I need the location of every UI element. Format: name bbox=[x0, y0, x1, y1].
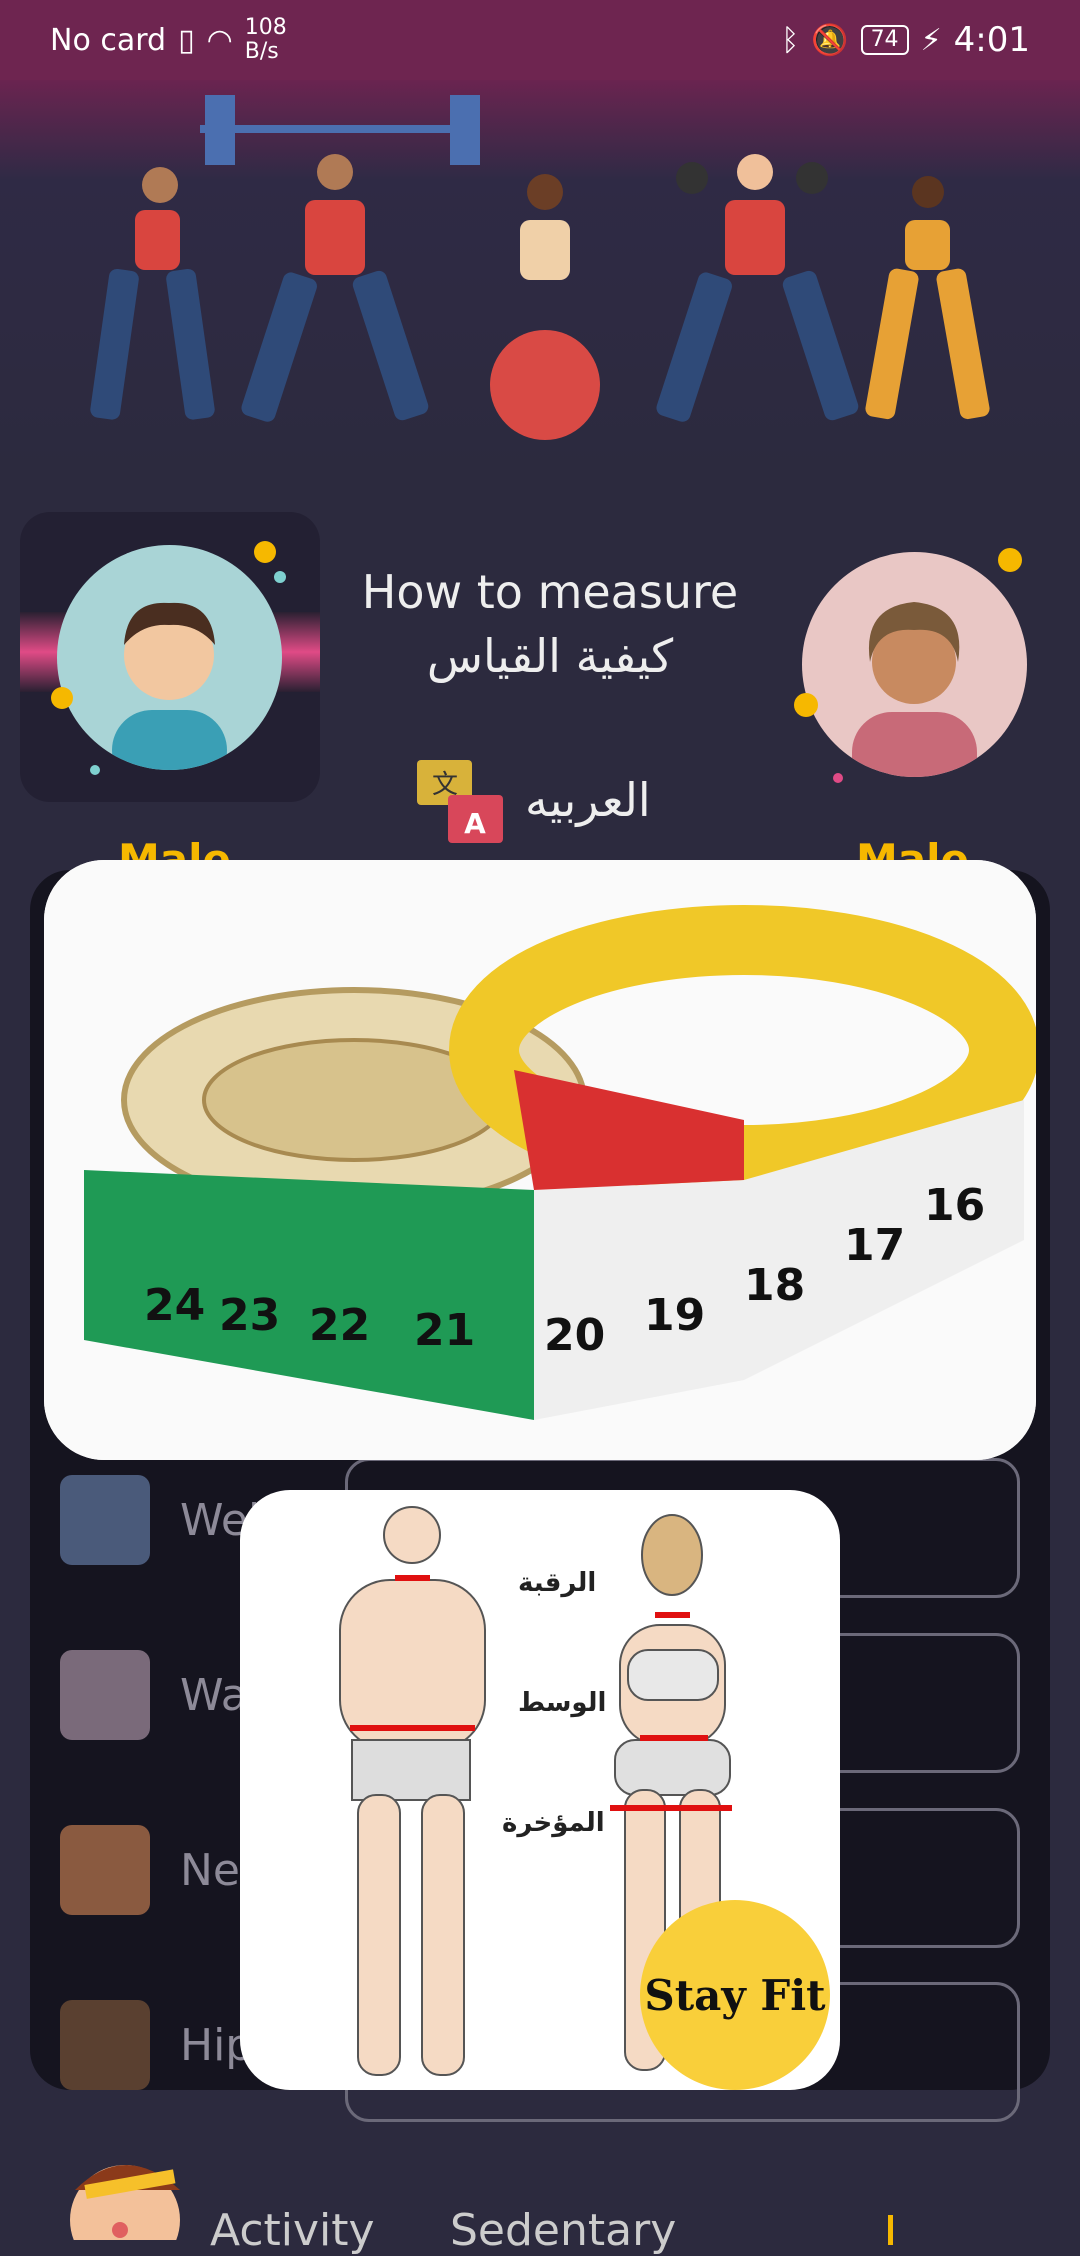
svg-text:文: 文 bbox=[432, 770, 458, 800]
stay-fit-badge: Stay Fit bbox=[640, 1900, 830, 2090]
svg-text:21: 21 bbox=[414, 1305, 475, 1356]
hips-diagram-label: المؤخرة bbox=[502, 1808, 605, 1838]
neck-diagram-label: الرقبة bbox=[518, 1568, 597, 1598]
page-title: How to measure كيفية القياس bbox=[330, 560, 770, 688]
svg-text:16: 16 bbox=[924, 1180, 985, 1231]
hips-icon bbox=[60, 2000, 150, 2090]
scale-icon bbox=[60, 1475, 150, 1565]
athletes-illustration bbox=[90, 95, 990, 440]
charging-icon: ⚡ bbox=[920, 22, 942, 58]
language-toggle[interactable]: 文 A العربيه bbox=[415, 755, 651, 845]
wifi-icon: ◠ bbox=[206, 22, 233, 58]
activity-avatar-icon bbox=[70, 2165, 180, 2240]
svg-text:20: 20 bbox=[544, 1310, 605, 1361]
clock: 4:01 bbox=[953, 20, 1030, 60]
tab-sedentary[interactable]: Sedentary bbox=[450, 2205, 676, 2256]
svg-text:23: 23 bbox=[219, 1290, 280, 1341]
measuring-tape-image: 24 23 22 21 20 19 18 17 16 bbox=[44, 860, 1036, 1460]
sim-alert-icon: ▯ bbox=[178, 22, 195, 58]
translate-icon: 文 A bbox=[417, 760, 503, 843]
waist-diagram-label: الوسط bbox=[518, 1688, 607, 1718]
male-avatar-card[interactable] bbox=[20, 512, 320, 802]
svg-text:17: 17 bbox=[844, 1220, 905, 1271]
waist-icon bbox=[60, 1650, 150, 1740]
svg-text:19: 19 bbox=[644, 1290, 705, 1341]
net-speed: 108 B/s bbox=[244, 15, 287, 64]
title-english: How to measure bbox=[361, 565, 739, 619]
svg-text:18: 18 bbox=[744, 1260, 805, 1311]
decor-dots bbox=[51, 541, 286, 709]
tab-activity[interactable]: Activity bbox=[210, 2205, 375, 2256]
language-label: العربيه bbox=[525, 773, 651, 827]
carrier-text: No card bbox=[50, 22, 167, 58]
title-arabic: كيفية القياس bbox=[426, 629, 674, 683]
status-bar: No card ▯ ◠ 108 B/s ᛒ 🔕 74 ⚡ 4:01 bbox=[0, 0, 1080, 80]
svg-text:A: A bbox=[464, 807, 486, 840]
tape-illustration: 24 23 22 21 20 19 18 17 16 bbox=[44, 860, 1036, 1460]
neck-icon bbox=[60, 1825, 150, 1915]
activity-tabs: Activity Sedentary bbox=[0, 2150, 1080, 2256]
mute-icon: 🔕 bbox=[811, 22, 849, 58]
svg-text:22: 22 bbox=[309, 1300, 370, 1351]
female-avatar[interactable] bbox=[802, 552, 1027, 777]
battery-icon: 74 bbox=[860, 25, 909, 55]
bluetooth-icon: ᛒ bbox=[781, 22, 800, 58]
hero-illustration bbox=[0, 80, 1080, 480]
body-diagram-card: الرقبة الوسط المؤخرة Stay Fit bbox=[240, 1490, 840, 2090]
tab-indicator bbox=[888, 2215, 893, 2245]
svg-text:24: 24 bbox=[144, 1280, 205, 1331]
